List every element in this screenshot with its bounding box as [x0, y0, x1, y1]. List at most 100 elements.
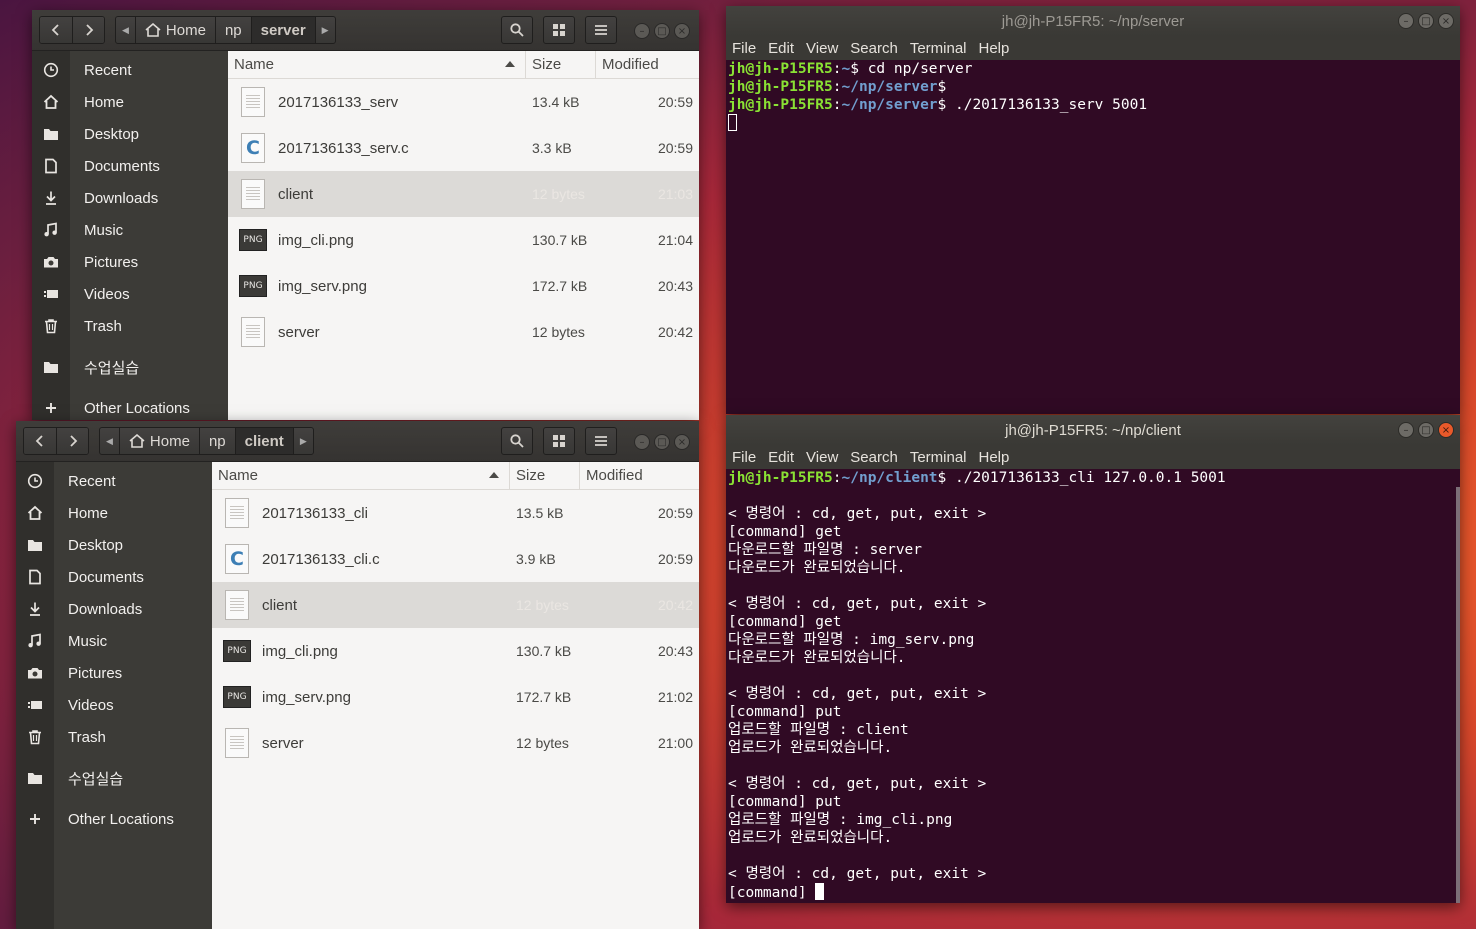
file-row[interactable]: C 2017136133_cli.c 3.9 kB 20:59 — [212, 536, 699, 582]
sidebar-item-videos[interactable]: Videos — [32, 278, 228, 310]
path-scroll-right-icon[interactable]: ▶ — [292, 428, 313, 454]
minimize-icon[interactable]: – — [1398, 13, 1414, 29]
path-np-button[interactable]: np — [198, 428, 235, 454]
file-row[interactable]: client 12 bytes 20:42 — [212, 582, 699, 628]
maximize-icon[interactable]: □ — [654, 434, 670, 450]
minimize-icon[interactable]: – — [634, 23, 650, 39]
sidebar-item-수업실습[interactable]: 수업실습 — [16, 762, 212, 794]
sidebar-item-videos[interactable]: Videos — [16, 689, 212, 721]
sidebar-item-label: Desktop — [84, 125, 140, 143]
text-file-icon — [241, 317, 265, 347]
scrollbar[interactable] — [1456, 60, 1460, 414]
command-text: ./2017136133_serv 5001 — [946, 97, 1148, 113]
file-row[interactable]: C 2017136133_serv.c 3.3 kB 20:59 — [228, 125, 699, 171]
sidebar-item-downloads[interactable]: Downloads — [16, 593, 212, 625]
sidebar-item-trash[interactable]: Trash — [16, 721, 212, 753]
file-modified: 20:42 — [657, 324, 693, 340]
file-row[interactable]: client 12 bytes 21:03 — [228, 171, 699, 217]
maximize-icon[interactable]: □ — [654, 23, 670, 39]
window-controls: – □ × — [634, 23, 690, 39]
file-row[interactable]: server 12 bytes 21:00 — [212, 720, 699, 766]
search-button[interactable] — [501, 427, 533, 455]
sidebar-item-documents[interactable]: Documents — [16, 561, 212, 593]
sidebar-item-other-locations[interactable]: Other Locations — [32, 392, 228, 420]
path-home-button[interactable]: Home — [118, 428, 199, 454]
path-scroll-left-icon[interactable]: ◀ — [100, 428, 119, 454]
path-scroll-right-icon[interactable]: ▶ — [314, 17, 335, 43]
back-button[interactable] — [24, 428, 56, 454]
sidebar-item-pictures[interactable]: Pictures — [16, 657, 212, 689]
file-row[interactable]: server 12 bytes 20:42 — [228, 309, 699, 355]
menu-help[interactable]: Help — [979, 449, 1016, 466]
prompt-path: ~/np/server — [841, 79, 938, 95]
file-row[interactable]: PNG img_cli.png 130.7 kB 20:43 — [212, 628, 699, 674]
menu-terminal[interactable]: Terminal — [910, 449, 973, 466]
sidebar-item-recent[interactable]: Recent — [16, 465, 212, 497]
sidebar-item-home[interactable]: Home — [32, 86, 228, 118]
menu-search[interactable]: Search — [850, 449, 904, 466]
sidebar-item-home[interactable]: Home — [16, 497, 212, 529]
sidebar-item-pictures[interactable]: Pictures — [32, 246, 228, 278]
forward-button[interactable] — [72, 17, 104, 43]
file-row[interactable]: 2017136133_serv 13.4 kB 20:59 — [228, 79, 699, 125]
menu-edit[interactable]: Edit — [768, 40, 800, 57]
sidebar-item-수업실습[interactable]: 수업실습 — [32, 351, 228, 383]
search-button[interactable] — [501, 16, 533, 44]
maximize-icon[interactable]: □ — [1418, 13, 1434, 29]
view-grid-button[interactable] — [543, 16, 575, 44]
close-icon[interactable]: × — [674, 23, 690, 39]
sidebar-item-documents[interactable]: Documents — [32, 150, 228, 182]
sidebar-item-music[interactable]: Music — [32, 214, 228, 246]
close-icon[interactable]: × — [1438, 13, 1454, 29]
sidebar-item-desktop[interactable]: Desktop — [32, 118, 228, 150]
path-np-button[interactable]: np — [214, 17, 251, 43]
close-icon[interactable]: × — [674, 434, 690, 450]
file-row[interactable]: PNG img_serv.png 172.7 kB 20:43 — [228, 263, 699, 309]
maximize-icon[interactable]: □ — [1418, 422, 1434, 438]
column-headers: Name Size Modified — [228, 51, 699, 79]
file-row[interactable]: PNG img_cli.png 130.7 kB 21:04 — [228, 217, 699, 263]
menu-button[interactable] — [585, 16, 617, 44]
minimize-icon[interactable]: – — [634, 434, 650, 450]
scrollbar[interactable] — [1456, 469, 1460, 903]
menu-terminal[interactable]: Terminal — [910, 40, 973, 57]
path-home-button[interactable]: Home — [134, 17, 215, 43]
column-modified-header[interactable]: Modified — [596, 51, 699, 78]
menu-file[interactable]: File — [732, 40, 762, 57]
back-button[interactable] — [40, 17, 72, 43]
terminal-output[interactable]: jh@jh-P15FR5:~$ cd np/server jh@jh-P15FR5… — [726, 60, 1456, 414]
menu-help[interactable]: Help — [979, 40, 1016, 57]
forward-button[interactable] — [56, 428, 88, 454]
file-row[interactable]: 2017136133_cli 13.5 kB 20:59 — [212, 490, 699, 536]
column-size-header[interactable]: Size — [510, 462, 580, 489]
sidebar-item-trash[interactable]: Trash — [32, 310, 228, 342]
file-row[interactable]: PNG img_serv.png 172.7 kB 21:02 — [212, 674, 699, 720]
scrollbar-thumb[interactable] — [1456, 487, 1460, 903]
video-icon — [16, 697, 54, 713]
menu-edit[interactable]: Edit — [768, 449, 800, 466]
column-name-header[interactable]: Name — [228, 51, 526, 78]
view-grid-button[interactable] — [543, 427, 575, 455]
column-name-header[interactable]: Name — [212, 462, 510, 489]
column-size-header[interactable]: Size — [526, 51, 596, 78]
menu-button[interactable] — [585, 427, 617, 455]
column-modified-header[interactable]: Modified — [580, 462, 699, 489]
menu-search[interactable]: Search — [850, 40, 904, 57]
menu-view[interactable]: View — [806, 449, 844, 466]
sidebar-item-downloads[interactable]: Downloads — [32, 182, 228, 214]
path-current-button[interactable]: client — [234, 428, 293, 454]
sidebar-item-desktop[interactable]: Desktop — [16, 529, 212, 561]
close-icon[interactable]: × — [1438, 422, 1454, 438]
minimize-icon[interactable]: – — [1398, 422, 1414, 438]
menu-view[interactable]: View — [806, 40, 844, 57]
path-current-button[interactable]: server — [250, 17, 315, 43]
window-controls: – □ × — [634, 434, 690, 450]
sidebar-item-other-locations[interactable]: Other Locations — [16, 803, 212, 835]
menu-file[interactable]: File — [732, 449, 762, 466]
terminal-output[interactable]: jh@jh-P15FR5:~/np/client$ ./2017136133_c… — [726, 469, 1456, 903]
path-scroll-left-icon[interactable]: ◀ — [116, 17, 135, 43]
folder-icon — [32, 359, 70, 375]
sidebar-item-recent[interactable]: Recent — [32, 54, 228, 86]
file-icon-wrapper — [212, 728, 262, 758]
sidebar-item-music[interactable]: Music — [16, 625, 212, 657]
